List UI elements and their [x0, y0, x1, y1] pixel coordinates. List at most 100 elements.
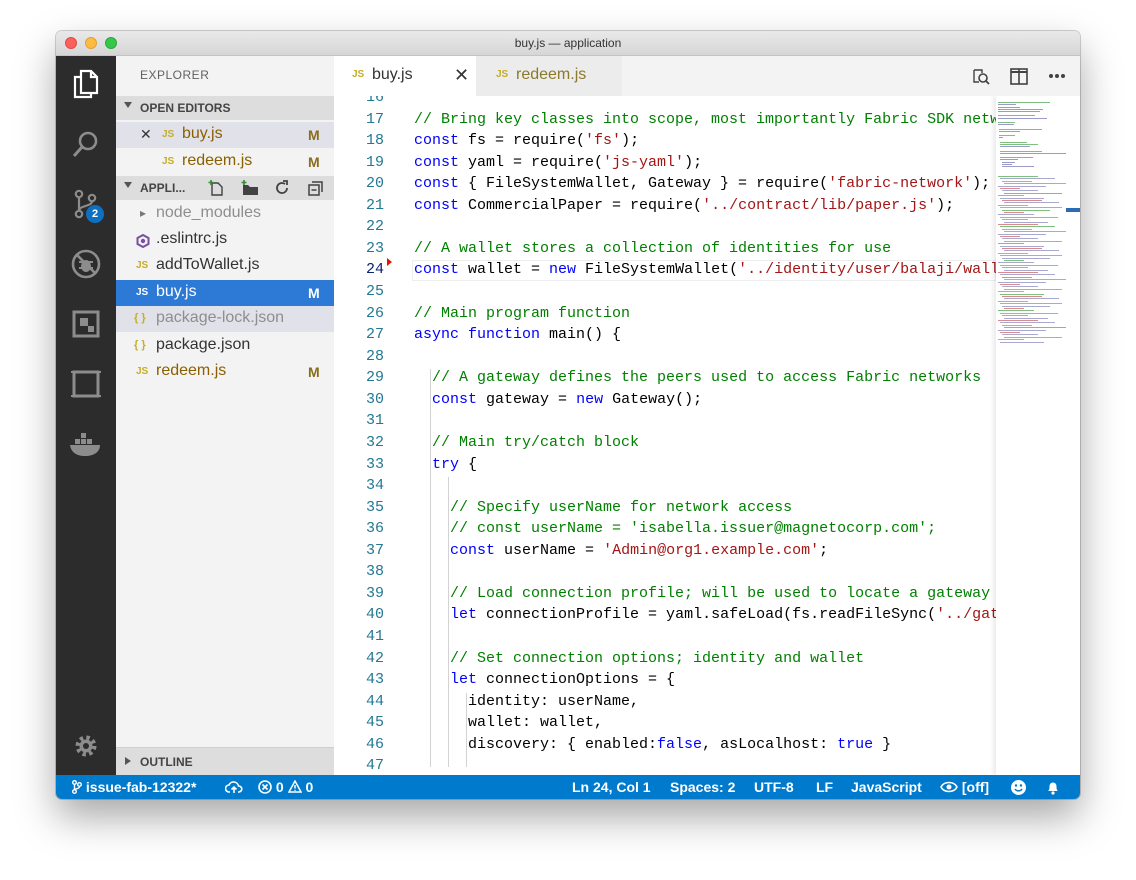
minimap-line — [998, 115, 1036, 117]
js-file-icon: JS — [496, 69, 509, 80]
file-eslintrc[interactable]: .eslintrc.js — [116, 227, 334, 253]
file-package-lock[interactable]: { } package-lock.json — [116, 306, 334, 332]
code-line[interactable]: // Load connection profile; will be used… — [414, 585, 990, 602]
language-mode[interactable]: JavaScript — [851, 779, 922, 795]
open-editor-redeem[interactable]: JS redeem.js M — [116, 149, 334, 175]
code-line[interactable]: // Main try/catch block — [414, 434, 639, 451]
feedback-smiley-icon[interactable] — [1010, 779, 1027, 796]
code-line[interactable]: wallet: wallet, — [414, 714, 603, 731]
code-line[interactable]: async function main() { — [414, 326, 621, 343]
modified-badge: M — [308, 154, 320, 170]
minimap-line — [998, 310, 1034, 312]
refresh-icon[interactable] — [274, 180, 290, 196]
close-icon[interactable]: ✕ — [454, 65, 469, 86]
new-folder-icon[interactable] — [240, 180, 260, 196]
problems-item[interactable]: 0 0 — [258, 779, 313, 795]
code-line[interactable]: const CommercialPaper = require('../cont… — [414, 197, 954, 214]
git-branch-item[interactable]: issue-fab-12322* — [72, 779, 196, 795]
explorer-icon[interactable] — [56, 59, 116, 109]
warning-icon — [287, 779, 302, 793]
code-line[interactable]: // Bring key classes into scope, most im… — [414, 111, 1080, 128]
line-number: 35 — [365, 498, 384, 516]
code-line[interactable]: // Main program function — [414, 305, 630, 322]
indentation[interactable]: Spaces: 2 — [670, 779, 735, 795]
code-line[interactable]: discovery: { enabled:false, asLocalhost:… — [414, 736, 891, 753]
line-number: 33 — [365, 455, 384, 473]
settings-gear-icon[interactable] — [56, 721, 116, 771]
code-line[interactable]: const fs = require('fs'); — [414, 132, 639, 149]
file-name: package-lock.json — [156, 309, 285, 326]
search-icon[interactable] — [56, 119, 116, 169]
code-line[interactable]: const { FileSystemWallet, Gateway } = re… — [414, 175, 990, 192]
code-line[interactable]: let connectionProfile = yaml.safeLoad(fs… — [414, 606, 1080, 623]
warning-count: 0 — [305, 779, 314, 795]
open-changes-icon[interactable] — [972, 68, 990, 86]
sync-cloud-icon[interactable] — [225, 780, 243, 794]
code-line[interactable]: // A gateway defines the peers used to a… — [414, 369, 981, 386]
explorer-sidebar: EXPLORER OPEN EDITORS ✕ JS buy.js M JS r… — [116, 56, 334, 776]
file-name: redeem.js — [182, 152, 253, 169]
tab-buy-js[interactable]: JS buy.js ✕ — [334, 56, 476, 96]
collapse-all-icon[interactable] — [308, 180, 324, 196]
explorer-title: EXPLORER — [140, 68, 210, 82]
file-package[interactable]: { } package.json — [116, 333, 334, 359]
minimap-line — [1004, 308, 1024, 309]
folder-header[interactable]: APPLI... — [116, 176, 334, 200]
minimap[interactable] — [996, 96, 1066, 775]
minimap-line — [998, 106, 1021, 108]
chevron-down-icon — [124, 182, 132, 188]
minimap-line — [1004, 288, 1062, 290]
file-name: package.json — [156, 336, 251, 353]
notifications-bell-icon[interactable] — [1046, 779, 1060, 795]
minimap-line — [1004, 260, 1024, 261]
code-line[interactable]: try { — [414, 456, 477, 473]
open-editors-header[interactable]: OPEN EDITORS — [116, 96, 334, 120]
code-line[interactable]: const yaml = require('js-yaml'); — [414, 154, 702, 171]
line-number: 45 — [365, 714, 384, 732]
tab-redeem-js[interactable]: JS redeem.js — [476, 56, 622, 96]
code-line[interactable]: // A wallet stores a collection of ident… — [414, 240, 891, 257]
line-number: 17 — [365, 110, 384, 128]
code-editor[interactable]: 16 17 // Bring key classes into scope, mos… — [334, 96, 1080, 775]
code-line[interactable]: // const userName = 'isabella.issuer@mag… — [414, 520, 936, 537]
code-line[interactable]: let connectionOptions = { — [414, 671, 675, 688]
vertical-scrollbar[interactable] — [1066, 96, 1080, 775]
folder-node-modules[interactable]: ▸ node_modules — [116, 201, 334, 227]
open-editor-buy[interactable]: ✕ JS buy.js M — [116, 122, 334, 148]
new-file-icon[interactable] — [208, 180, 226, 196]
file-redeem[interactable]: JS redeem.js M — [116, 359, 334, 385]
encoding[interactable]: UTF-8 — [754, 779, 794, 795]
remote-explorer-icon[interactable] — [56, 359, 116, 409]
code-line[interactable]: const gateway = new Gateway(); — [414, 391, 702, 408]
code-line[interactable]: // Set connection options; identity and … — [414, 650, 864, 667]
more-actions-icon[interactable] — [1048, 73, 1066, 79]
line-number: 42 — [365, 649, 384, 667]
debug-icon[interactable] — [56, 239, 116, 289]
minimap-line — [1000, 226, 1055, 228]
outline-header[interactable]: OUTLINE — [116, 747, 334, 776]
file-buy[interactable]: JS buy.js M — [116, 280, 334, 306]
end-of-line[interactable]: LF — [816, 779, 833, 795]
source-control-icon[interactable]: 2 — [56, 179, 116, 229]
minimap-line — [998, 124, 1015, 126]
code-line[interactable]: // Specify userName for network access — [414, 499, 792, 516]
minimap-line — [1004, 212, 1024, 213]
live-share-item[interactable]: [off] — [940, 779, 989, 795]
minimap-line — [1000, 150, 1043, 152]
close-icon[interactable]: ✕ — [140, 126, 152, 143]
file-name: .eslintrc.js — [156, 230, 228, 247]
file-name: redeem.js — [156, 362, 227, 379]
split-editor-icon[interactable] — [1010, 68, 1028, 85]
file-addtowallet[interactable]: JS addToWallet.js — [116, 253, 334, 279]
extensions-icon[interactable] — [56, 299, 116, 349]
cursor-position[interactable]: Ln 24, Col 1 — [572, 779, 651, 795]
line-number: 22 — [365, 218, 384, 236]
chevron-down-icon — [124, 102, 132, 108]
minimap-line — [999, 137, 1003, 139]
line-number: 38 — [365, 563, 384, 581]
minimap-line — [998, 233, 1046, 235]
code-line[interactable]: const userName = 'Admin@org1.example.com… — [414, 542, 828, 559]
code-line[interactable]: const wallet = new FileSystemWallet('../… — [414, 261, 1044, 278]
line-number: 40 — [365, 606, 384, 624]
docker-icon[interactable] — [56, 419, 116, 469]
